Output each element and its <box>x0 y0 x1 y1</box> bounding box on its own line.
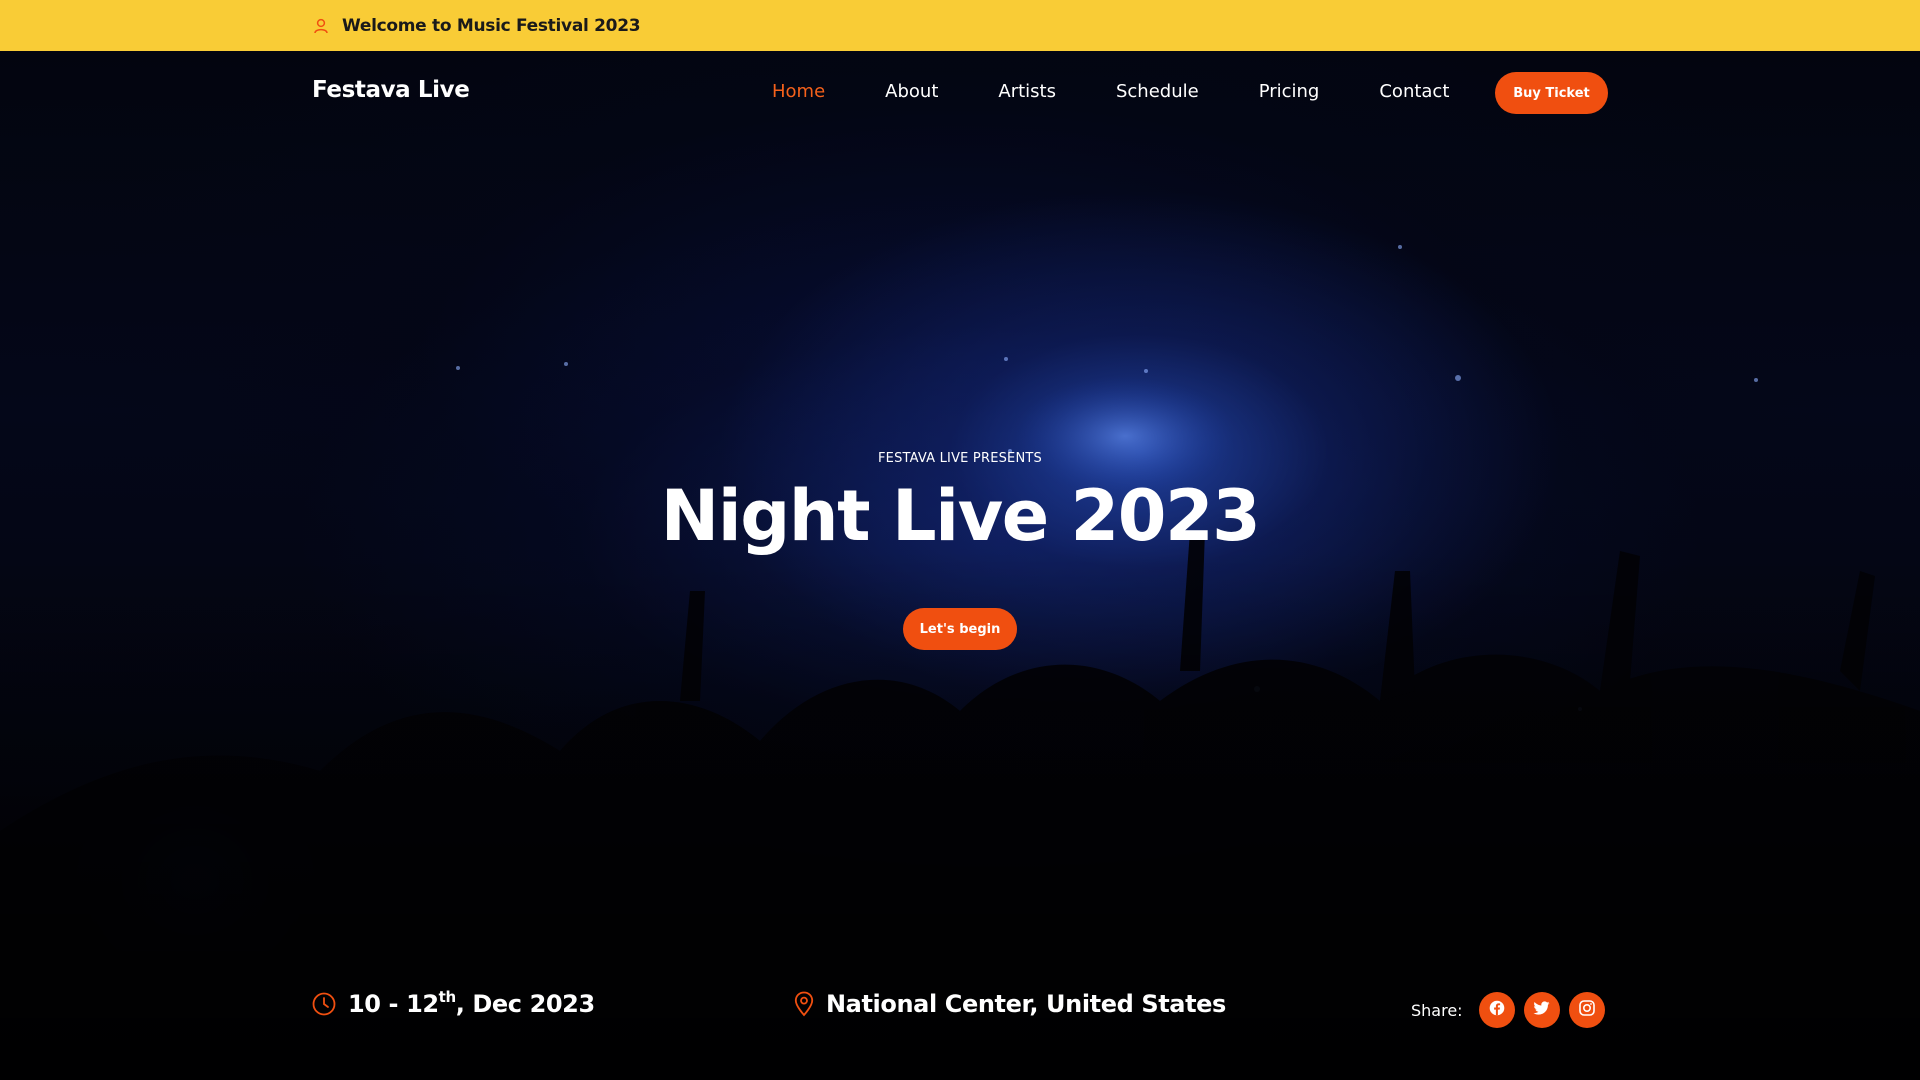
nav-link-artists[interactable]: Artists <box>998 81 1056 102</box>
event-location-text: National Center, United States <box>826 990 1226 1018</box>
announcement-bar: Welcome to Music Festival 2023 <box>0 0 1920 51</box>
hero-title: Night Live 2023 <box>660 475 1261 557</box>
facebook-icon <box>1489 1000 1505 1020</box>
share-section: Share: <box>1411 992 1614 1028</box>
nav-link-contact[interactable]: Contact <box>1379 81 1449 102</box>
date-month-year: , Dec 2023 <box>455 990 595 1018</box>
nav-link-schedule[interactable]: Schedule <box>1116 81 1199 102</box>
person-icon <box>312 17 330 35</box>
location-pin-icon <box>794 991 814 1017</box>
event-location: National Center, United States <box>794 990 1226 1018</box>
crowd-background-image <box>0 245 1920 1080</box>
nav-link-about[interactable]: About <box>885 81 938 102</box>
instagram-share-button[interactable] <box>1568 992 1605 1028</box>
event-date-text: 10 - 12th, Dec 2023 <box>348 988 595 1019</box>
clock-icon <box>312 992 336 1016</box>
hero-eyebrow: FESTAVA LIVE PRESENTS <box>877 451 1042 466</box>
facebook-share-button[interactable] <box>1478 992 1515 1028</box>
brand-logo[interactable]: Festava Live <box>312 77 470 103</box>
navbar: Festava Live Home About Artists Schedule… <box>0 51 1920 135</box>
lets-begin-button[interactable]: Let's begin <box>903 608 1017 650</box>
share-label: Share: <box>1411 1000 1463 1020</box>
instagram-icon <box>1578 1000 1595 1020</box>
date-range: 10 - 12 <box>348 990 439 1018</box>
twitter-share-button[interactable] <box>1523 992 1560 1028</box>
hero-section <box>0 51 1920 1080</box>
nav-link-pricing[interactable]: Pricing <box>1259 81 1320 102</box>
event-date: 10 - 12th, Dec 2023 <box>312 990 595 1018</box>
nav-link-home[interactable]: Home <box>772 81 825 102</box>
announcement-text: Welcome to Music Festival 2023 <box>342 15 641 36</box>
nav-links: Home About Artists Schedule Pricing Cont… <box>772 81 1449 102</box>
twitter-icon <box>1533 1000 1550 1020</box>
date-ordinal: th <box>438 988 456 1006</box>
buy-ticket-button[interactable]: Buy Ticket <box>1495 72 1608 114</box>
